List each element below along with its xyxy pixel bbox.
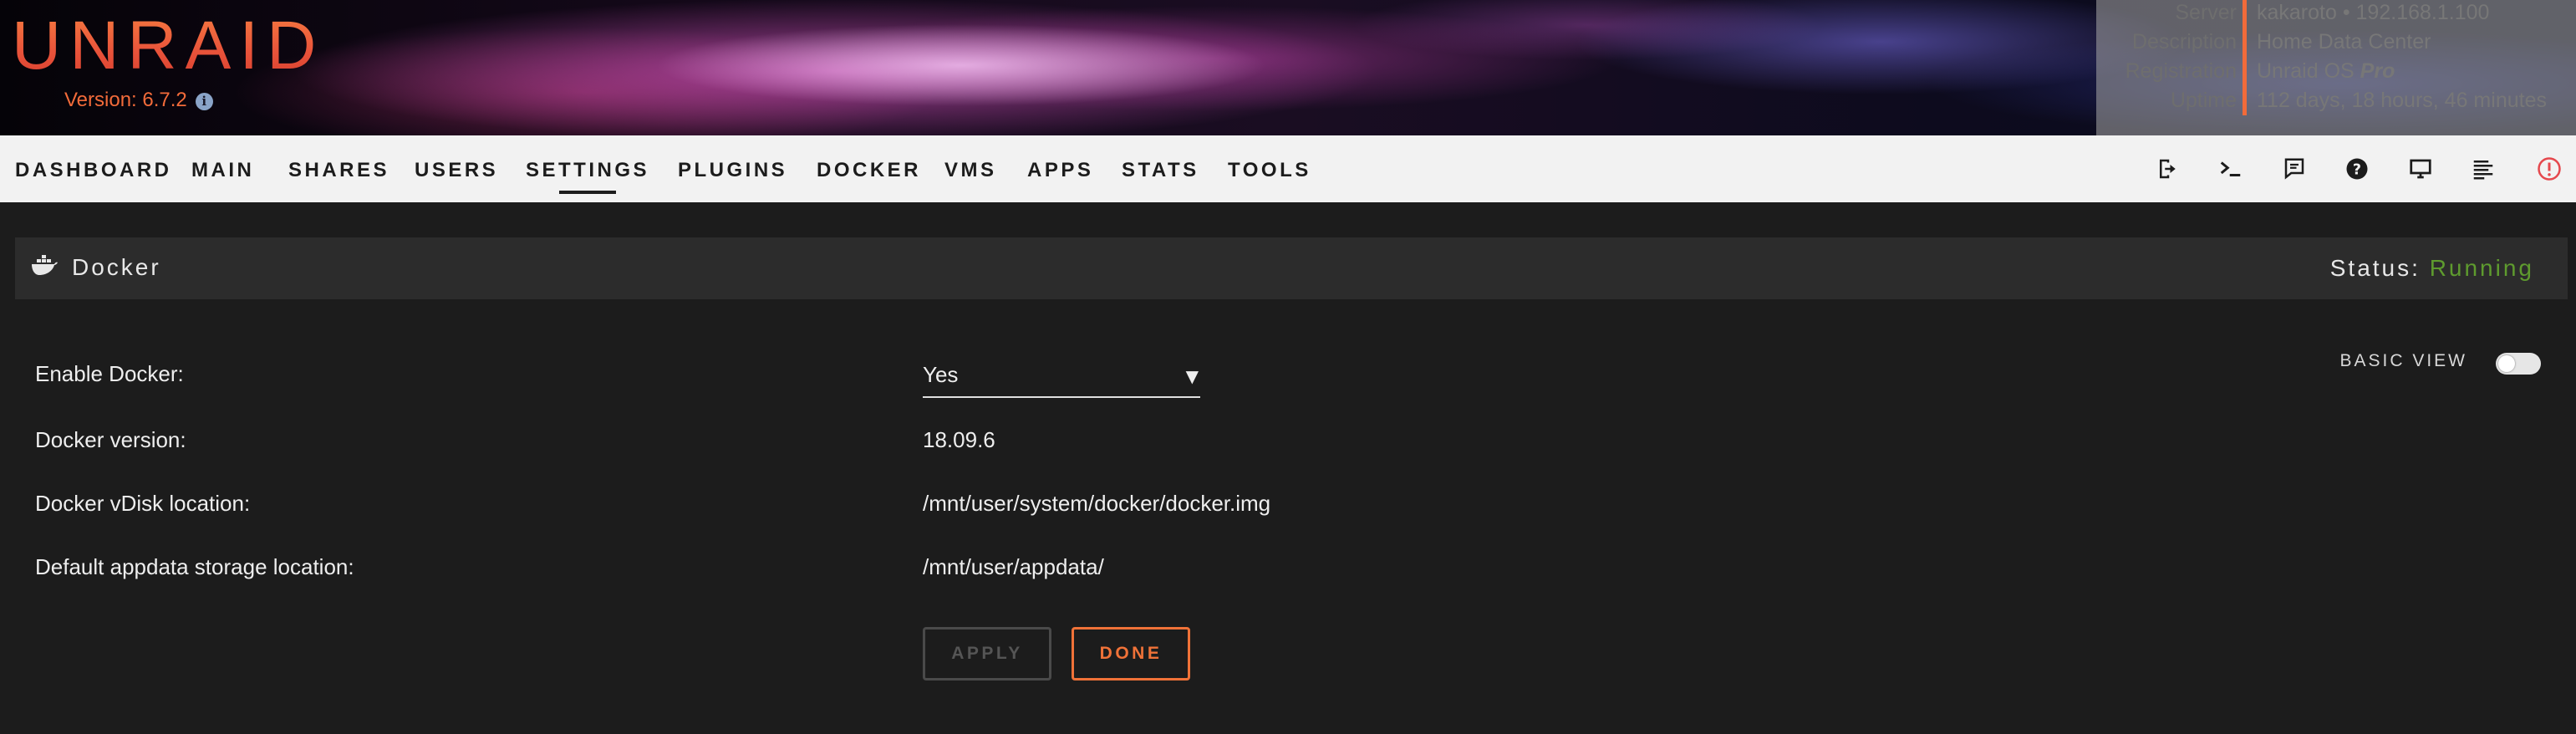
server-info-row: Server kakaroto • 192.168.1.100 — [2096, 1, 2576, 29]
server-key: Server — [2175, 1, 2237, 24]
vdisk-location-value: /mnt/user/system/docker/docker.img — [923, 491, 1271, 516]
appdata-location-value: /mnt/user/appdata/ — [923, 554, 1104, 579]
nav-docker[interactable]: DOCKER — [817, 159, 921, 182]
appdata-location-label: Default appdata storage location: — [35, 554, 354, 579]
terminal-icon[interactable] — [2216, 154, 2246, 184]
svg-text:?: ? — [2353, 161, 2361, 178]
help-icon[interactable]: ? — [2342, 154, 2372, 184]
server-info-row: Uptime 112 days, 18 hours, 46 minutes — [2096, 89, 2576, 117]
server-info-row: Registration Unraid OS Pro — [2096, 59, 2576, 88]
nav-main[interactable]: MAIN — [191, 159, 254, 182]
main-navbar: DASHBOARD MAIN SHARES USERS SETTINGS PLU… — [0, 135, 2576, 202]
server-value: kakaroto • 192.168.1.100 — [2257, 1, 2490, 24]
docker-version-value: 18.09.6 — [923, 427, 995, 452]
registration-value[interactable]: Unraid OS Pro — [2257, 59, 2395, 84]
vdisk-location-label: Docker vDisk location: — [35, 491, 251, 516]
nav-dashboard[interactable]: DASHBOARD — [15, 159, 172, 182]
version-text: Version: 6.7.2 — [64, 89, 187, 111]
registration-key: Registration — [2125, 59, 2237, 83]
enable-docker-select[interactable]: Yes ▼ — [923, 359, 1200, 398]
nav-vms[interactable]: VMS — [944, 159, 997, 182]
status-label: Status: — [2329, 255, 2421, 281]
version-label: Version: 6.7.2 i — [64, 89, 213, 112]
uptime-key: Uptime — [2170, 89, 2237, 112]
header-banner: UNRAID Version: 6.7.2 i Server kakaroto •… — [0, 0, 2576, 135]
enable-docker-value: Yes — [923, 362, 959, 387]
nav-shares[interactable]: SHARES — [288, 159, 389, 182]
nav-tools[interactable]: TOOLS — [1228, 159, 1311, 182]
server-info-row: Description Home Data Center — [2096, 30, 2576, 59]
registration-os: Unraid OS — [2257, 59, 2355, 83]
nav-stats[interactable]: STATS — [1122, 159, 1199, 182]
section-header: Docker Status: Running — [15, 237, 2568, 299]
nav-apps[interactable]: APPS — [1027, 159, 1093, 182]
uptime-value: 112 days, 18 hours, 46 minutes — [2257, 89, 2547, 112]
docker-whale-icon — [32, 255, 58, 275]
section-title: Docker — [72, 254, 161, 280]
logout-icon[interactable] — [2153, 154, 2183, 184]
nav-settings[interactable]: SETTINGS — [526, 159, 649, 194]
info-circle-icon[interactable]: i — [195, 93, 213, 110]
basic-view-label: BASIC VIEW — [2339, 351, 2467, 370]
nav-users[interactable]: USERS — [415, 159, 498, 182]
toggle-knob — [2498, 355, 2515, 372]
enable-docker-label: Enable Docker: — [35, 361, 184, 386]
description-value: Home Data Center — [2257, 30, 2431, 54]
registration-tier: Pro — [2360, 59, 2395, 83]
chevron-down-icon: ▼ — [1185, 366, 1199, 386]
nav-plugins[interactable]: PLUGINS — [678, 159, 787, 182]
done-button[interactable]: DONE — [1072, 627, 1190, 680]
description-key: Description — [2131, 30, 2237, 54]
log-icon[interactable] — [2468, 154, 2498, 184]
basic-view-toggle[interactable] — [2496, 353, 2541, 375]
docker-version-label: Docker version: — [35, 427, 186, 452]
server-info-panel: Server kakaroto • 192.168.1.100 Descript… — [2096, 0, 2576, 135]
feedback-icon[interactable] — [2279, 154, 2309, 184]
desktop-icon[interactable] — [2405, 154, 2436, 184]
unraid-logo[interactable]: UNRAID — [12, 12, 324, 80]
apply-button[interactable]: APPLY — [923, 627, 1051, 680]
docker-status: Status: Running — [2330, 255, 2534, 282]
alert-icon[interactable] — [2534, 154, 2564, 184]
status-value: Running — [2429, 255, 2534, 281]
